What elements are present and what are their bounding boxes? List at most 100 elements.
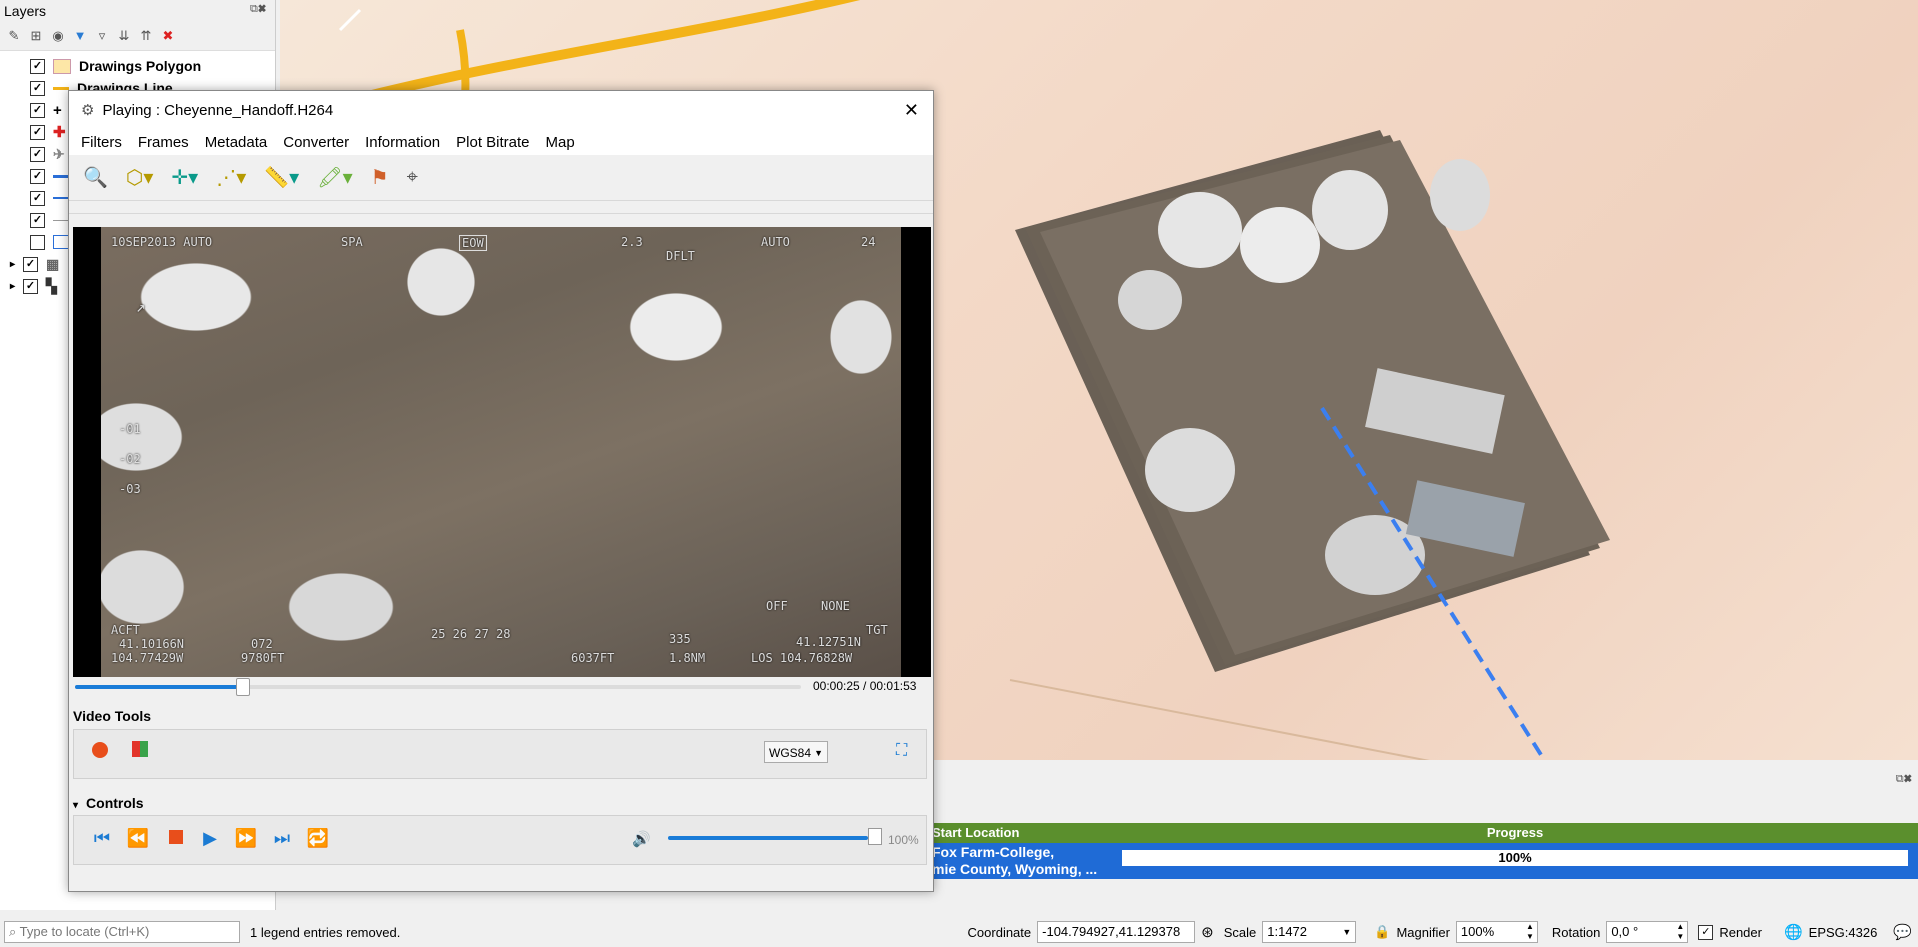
- filter-icon[interactable]: ▼: [72, 28, 88, 44]
- layer-checkbox[interactable]: ✓: [23, 256, 39, 272]
- layer-checkbox[interactable]: ✓: [30, 212, 45, 228]
- highlight-icon[interactable]: 🖍▾: [317, 165, 352, 190]
- layer-checkbox[interactable]: [30, 234, 45, 250]
- remove-layer-icon[interactable]: ✖: [160, 28, 176, 44]
- video-tools-panel: WGS84 ▼ ⛶: [73, 729, 927, 779]
- crs-select[interactable]: WGS84 ▼: [764, 741, 828, 763]
- volume-handle[interactable]: [868, 828, 882, 845]
- layer-checkbox[interactable]: ✓: [30, 80, 45, 96]
- osd-text: SPA: [341, 235, 363, 249]
- window-titlebar[interactable]: ⚙ Playing : Cheyenne_Handoff.H264 ✕: [69, 91, 933, 129]
- dock-float-icon[interactable]: ⧉✖: [1896, 773, 1912, 786]
- menu-map[interactable]: Map: [546, 134, 575, 151]
- osd-text: 41.12751N: [796, 635, 862, 649]
- spin-arrows-icon[interactable]: ▲ ▼: [1526, 922, 1534, 942]
- column-header-progress[interactable]: Progress: [1112, 823, 1918, 843]
- chevron-down-icon: ▼: [814, 748, 823, 758]
- play-icon[interactable]: ▶: [198, 828, 222, 849]
- collapse-arrow-icon[interactable]: ▾: [73, 800, 78, 811]
- layer-checkbox[interactable]: ✓: [30, 168, 45, 184]
- crs-button[interactable]: EPSG:4326: [1809, 925, 1878, 940]
- cross-symbol-icon: +: [53, 101, 62, 119]
- expand-arrow-icon[interactable]: ▸: [10, 259, 15, 270]
- spin-arrows-icon[interactable]: ▲ ▼: [1676, 922, 1684, 942]
- osd-text: 1.8NM: [669, 651, 706, 665]
- osd-text: ACFT: [111, 623, 140, 637]
- layer-checkbox[interactable]: ✓: [30, 102, 45, 118]
- measure-icon[interactable]: 📏▾: [264, 165, 299, 190]
- color-palette-icon[interactable]: [132, 741, 148, 757]
- stamp-icon[interactable]: ⚑: [371, 165, 389, 190]
- video-frame[interactable]: 10SEP2013 AUTO SPA EOW 2.3 DFLT AUTO 24 …: [73, 227, 931, 677]
- menu-converter[interactable]: Converter: [283, 134, 349, 151]
- layer-checkbox[interactable]: ✓: [30, 58, 45, 74]
- expand-arrow-icon[interactable]: ▸: [10, 281, 15, 292]
- draw-line-icon[interactable]: ⋰▾: [216, 165, 246, 190]
- render-checkbox[interactable]: ✓: [1698, 924, 1714, 940]
- draw-polygon-icon[interactable]: ⬡▾: [126, 165, 154, 190]
- osd-text: LOS 104.76828W: [751, 651, 853, 665]
- line-symbol-icon: [53, 174, 69, 178]
- messages-icon[interactable]: 💬: [1893, 923, 1912, 941]
- rotation-label: Rotation: [1551, 924, 1601, 940]
- zoom-icon[interactable]: 🔍: [83, 165, 108, 190]
- north-arrow-icon: ↗: [136, 297, 146, 316]
- controls-label-text: Controls: [86, 795, 144, 811]
- video-image[interactable]: 10SEP2013 AUTO SPA EOW 2.3 DFLT AUTO 24 …: [101, 227, 901, 677]
- close-icon[interactable]: ✕: [904, 100, 919, 121]
- cell-progress: 100%: [1112, 843, 1918, 879]
- expand-all-icon[interactable]: ⇊: [116, 28, 132, 44]
- rotation-spinbox[interactable]: 0,0 ° ▲ ▼: [1606, 921, 1689, 943]
- volume-icon[interactable]: 🔊: [632, 830, 651, 848]
- menu-filters[interactable]: Filters: [81, 134, 122, 151]
- volume-slider[interactable]: [668, 836, 868, 840]
- progress-bar: 100%: [1122, 850, 1908, 866]
- location-pin-icon[interactable]: ⌖: [407, 166, 418, 189]
- capture-frame-icon[interactable]: ⛶: [896, 742, 907, 760]
- record-icon[interactable]: [92, 742, 108, 758]
- locate-input[interactable]: ⌕ Type to locate (Ctrl+K): [4, 921, 240, 943]
- loop-icon[interactable]: 🔁: [306, 828, 330, 849]
- menu-plot-bitrate[interactable]: Plot Bitrate: [456, 134, 529, 151]
- layer-checkbox[interactable]: ✓: [30, 124, 45, 140]
- globe-icon: 🌐: [1783, 924, 1803, 941]
- skip-start-icon[interactable]: ⏮: [90, 828, 114, 849]
- scale-select[interactable]: 1:1472 ▼: [1262, 921, 1357, 943]
- seek-bar[interactable]: [75, 678, 801, 696]
- osd-text: 6037FT: [571, 651, 615, 665]
- layer-checkbox[interactable]: ✓: [30, 190, 45, 206]
- osd-text: 335: [669, 632, 691, 646]
- add-group-icon[interactable]: ⊞: [28, 28, 44, 44]
- coordinate-field[interactable]: -104.794927,41.129378: [1037, 921, 1196, 943]
- menu-metadata[interactable]: Metadata: [205, 134, 268, 151]
- visibility-eye-icon[interactable]: ◉: [50, 28, 66, 44]
- layer-checkbox[interactable]: ✓: [23, 278, 39, 294]
- line-symbol-icon: [53, 219, 69, 221]
- menu-bar: Filters Frames Metadata Converter Inform…: [69, 129, 933, 155]
- osd-text: 10SEP2013 AUTO: [111, 235, 213, 249]
- point-symbol-icon: ✈: [53, 145, 65, 162]
- rewind-icon[interactable]: ⏪: [126, 828, 150, 849]
- style-brush-icon[interactable]: ✎: [6, 28, 22, 44]
- skip-end-icon[interactable]: ⏭: [270, 828, 294, 849]
- draw-point-icon[interactable]: ✛▾: [171, 165, 198, 190]
- stop-icon[interactable]: [169, 830, 183, 844]
- osd-text: EOW: [459, 235, 487, 251]
- coordinate-toggle-icon[interactable]: ⊛: [1201, 923, 1214, 941]
- seek-handle[interactable]: [235, 678, 250, 696]
- red-cross-symbol-icon: ✚: [53, 124, 66, 141]
- fast-forward-icon[interactable]: ⏩: [234, 828, 258, 849]
- video-player-window: ⚙ Playing : Cheyenne_Handoff.H264 ✕ Filt…: [68, 90, 934, 892]
- layer-checkbox[interactable]: ✓: [30, 146, 45, 162]
- dock-float-icon[interactable]: ⧉✖: [250, 3, 266, 16]
- lock-icon[interactable]: 🔒: [1374, 924, 1390, 940]
- menu-frames[interactable]: Frames: [138, 134, 189, 151]
- collapse-all-icon[interactable]: ⇈: [138, 28, 154, 44]
- magnifier-spinbox[interactable]: 100% ▲ ▼: [1455, 921, 1538, 943]
- osd-text: 41.10166N: [119, 637, 185, 651]
- menu-information[interactable]: Information: [365, 134, 440, 151]
- video-tools-label: Video Tools: [73, 708, 152, 724]
- layer-item-drawings-polygon[interactable]: ✓ Drawings Polygon: [30, 55, 275, 77]
- filter-expression-icon[interactable]: ▿: [94, 28, 110, 44]
- video-footprint-frames: [1015, 130, 1610, 672]
